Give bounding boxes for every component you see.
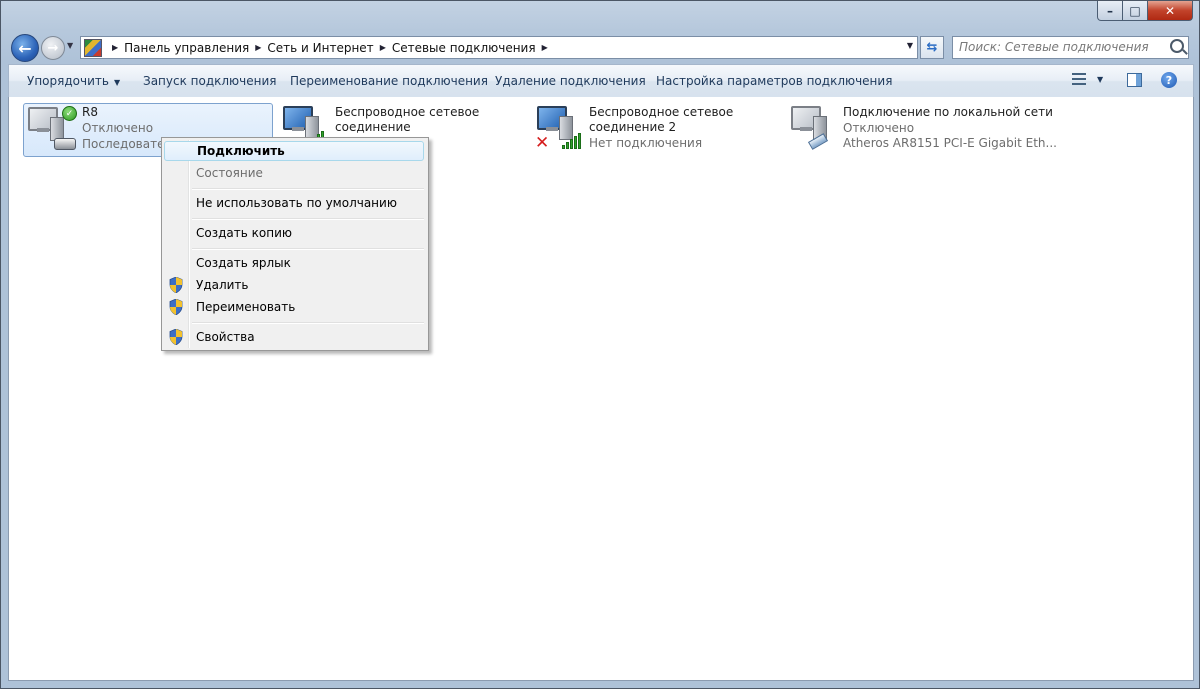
delete-connection-button[interactable]: Удаление подключения <box>495 74 646 88</box>
organize-label: Упорядочить <box>27 74 109 88</box>
menu-item-not-default[interactable]: Не использовать по умолчанию <box>164 193 424 213</box>
view-dropdown-icon[interactable]: ▼ <box>1097 75 1103 84</box>
context-menu: Подключить Состояние Не использовать по … <box>161 137 429 351</box>
network-cable-icon <box>807 133 829 150</box>
connection-name-line1: Беспроводное сетевое <box>335 105 480 119</box>
uac-shield-icon <box>169 277 183 293</box>
menu-separator <box>192 322 424 324</box>
search-icon[interactable] <box>1170 39 1184 53</box>
refresh-icon: ⇆ <box>926 40 938 55</box>
search-input[interactable] <box>953 37 1159 56</box>
uac-shield-icon <box>169 329 183 345</box>
help-icon[interactable]: ? <box>1161 72 1177 88</box>
refresh-button[interactable]: ⇆ <box>920 36 944 59</box>
menu-item-properties[interactable]: Свойства <box>164 327 424 347</box>
rename-connection-button[interactable]: Переименование подключения <box>290 74 488 88</box>
signal-bars-icon <box>562 133 581 149</box>
breadcrumb-network-internet[interactable]: Сеть и Интернет <box>267 41 373 55</box>
connected-check-icon: ✓ <box>62 106 77 121</box>
chevron-right-icon[interactable]: ▶ <box>380 43 386 52</box>
chevron-right-icon[interactable]: ▶ <box>255 43 261 52</box>
start-connection-button[interactable]: Запуск подключения <box>143 74 277 88</box>
explorer-window: – □ ✕ ← → ▼ ▶ Панель управления ▶ Сеть и… <box>0 0 1200 689</box>
connection-item-lan[interactable]: Подключение по локальной сети Отключено … <box>785 103 1065 155</box>
recent-pages-dropdown-icon[interactable]: ▼ <box>67 41 73 50</box>
address-bar[interactable]: ▶ Панель управления ▶ Сеть и Интернет ▶ … <box>80 36 918 59</box>
menu-item-label: Переименовать <box>196 300 296 314</box>
chevron-down-icon: ▼ <box>113 78 121 87</box>
uac-shield-icon <box>169 299 183 315</box>
connection-item-wireless-2[interactable]: ✕ Беспроводное сетевое соединение 2 Нет … <box>531 103 771 155</box>
caption-buttons: – □ ✕ <box>1097 1 1193 21</box>
breadcrumb-network-connections[interactable]: Сетевые подключения <box>392 41 536 55</box>
connection-device: Atheros AR8151 PCI-E Gigabit Eth... <box>843 136 1057 150</box>
maximize-button[interactable]: □ <box>1123 1 1148 21</box>
menu-separator <box>192 218 424 220</box>
chevron-right-icon[interactable]: ▶ <box>112 43 118 52</box>
breadcrumb-control-panel[interactable]: Панель управления <box>124 41 249 55</box>
menu-item-connect[interactable]: Подключить <box>164 141 424 161</box>
close-button[interactable]: ✕ <box>1148 1 1193 21</box>
connection-name: R8 <box>82 105 98 119</box>
connection-status: Отключено <box>82 121 154 135</box>
connection-device: Последовател <box>82 137 173 151</box>
menu-separator <box>192 188 424 190</box>
connection-status: Нет подключения <box>589 136 703 150</box>
menu-item-label: Свойства <box>196 330 255 344</box>
menu-item-status: Состояние <box>196 166 263 180</box>
minimize-button[interactable]: – <box>1097 1 1123 21</box>
back-button[interactable]: ← <box>11 34 39 62</box>
connection-name-line2: соединение <box>335 120 411 134</box>
change-view-icon[interactable] <box>1072 73 1086 85</box>
connection-name: Подключение по локальной сети <box>843 105 1053 119</box>
connection-settings-button[interactable]: Настройка параметров подключения <box>656 74 892 88</box>
forward-button[interactable]: → <box>41 36 65 60</box>
connection-name-line1: Беспроводное сетевое <box>589 105 734 119</box>
search-box[interactable] <box>952 36 1189 59</box>
menu-separator <box>192 248 424 250</box>
menu-item-rename[interactable]: Переименовать <box>164 297 424 317</box>
chevron-right-icon[interactable]: ▶ <box>542 43 548 52</box>
menu-item-label: Удалить <box>196 278 249 292</box>
menu-item-create-shortcut[interactable]: Создать ярлык <box>164 253 424 273</box>
modem-icon <box>54 138 76 150</box>
menu-item-delete[interactable]: Удалить <box>164 275 424 295</box>
address-dropdown-icon[interactable]: ▼ <box>907 41 913 50</box>
error-x-icon: ✕ <box>535 133 550 153</box>
control-panel-icon <box>84 38 102 57</box>
command-bar: Упорядочить ▼ Запуск подключения Переимен… <box>8 64 1194 98</box>
menu-item-create-copy[interactable]: Создать копию <box>164 223 424 243</box>
organize-button[interactable]: Упорядочить ▼ <box>27 74 120 88</box>
preview-pane-icon[interactable] <box>1127 73 1142 87</box>
connection-name-line2: соединение 2 <box>589 120 677 134</box>
connection-status: Отключено <box>843 121 915 135</box>
